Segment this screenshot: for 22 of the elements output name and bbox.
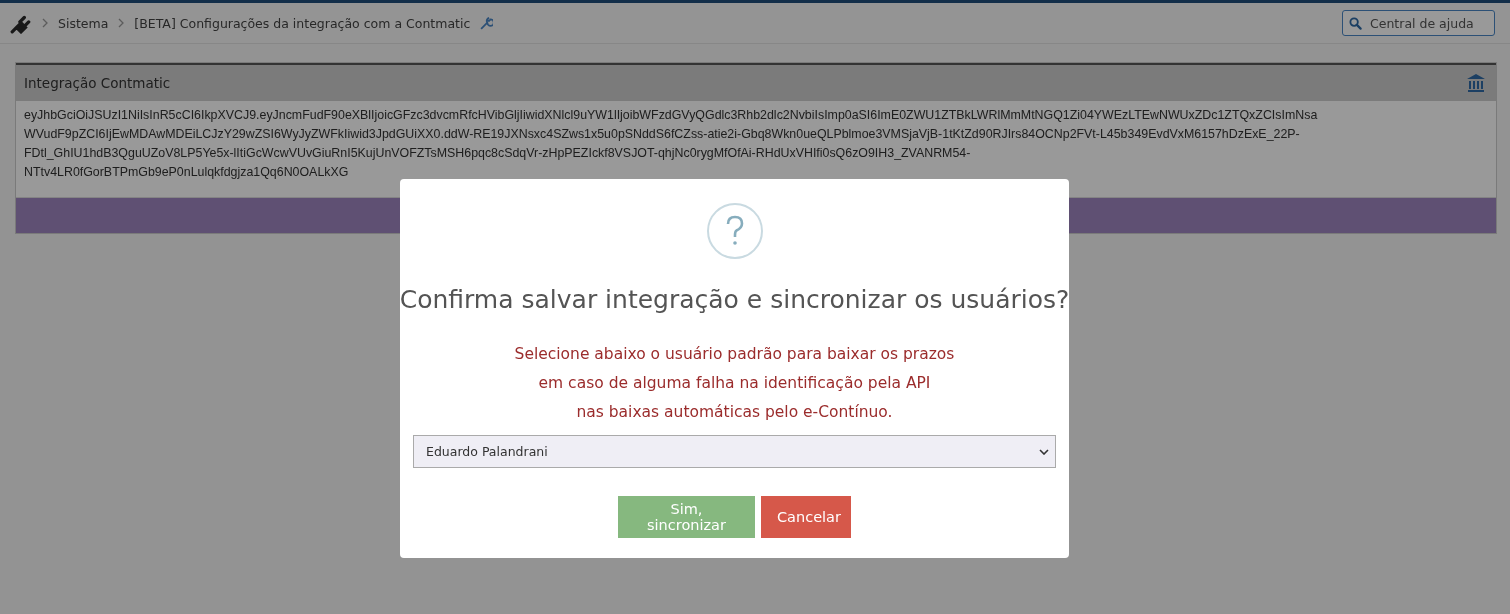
- dialog-message: nas baixas automáticas pelo e-Contínuo.: [575, 402, 894, 423]
- search-icon: [1349, 16, 1362, 30]
- breadcrumb-link[interactable]: [BETA] Configurações da integração com a Contmatic: [134, 15, 471, 31]
- dialog-title: Confirma salvar integração e sincronizar os usuários?: [399, 285, 1070, 314]
- help-search-field[interactable]: Central de ajuda: [1342, 10, 1495, 36]
- breadcrumb-link[interactable]: Sistema: [58, 15, 109, 31]
- user-select[interactable]: Eduardo Palandrani: [413, 435, 1056, 468]
- token-text: WVudF9pZCI6IjEwMDAwMDEiLCJzY29wZSI6WyJyZWFkIiwid3JpdGUiXX0.ddW-RE19JXNsxc4SZws1x5u0pSNddS6fCZss-atie2i-Gbq8Wkn0ueQLPblmoe3VMSjaVjB-1tKtZd90RJIrs84OCNp2FVt-L45b349EvdVxM6157hDzExE_22P-: [24, 126, 1300, 143]
- dialog-message: em caso de alguma falha na identificação pela API: [537, 373, 932, 394]
- token-text: eyJhbGciOiJSUzI1NiIsInR5cCI6IkpXVCJ9.eyJncmFudF90eXBlIjoicGFzc3dvcmRfcHVibGljIiwidXNlcl9uYW1lIjoibWFzdGVyQGdlc3Rhb2dlc2NvbiIsImp0aSI6ImE0ZWU1ZTBkLWRlMmMtNGQ1Zi04YWEzLTEwNWUxZDc1ZTQxZCIsImNsa: [24, 107, 1318, 124]
- token-text: NTtv4LR0fGorBTPmGb9eP0nLulqkfdgjza1Qq6N0OALkXG: [24, 164, 349, 181]
- chevron-icon: [118, 18, 125, 28]
- question-icon: [706, 203, 763, 259]
- cancel-button[interactable]: Cancelar: [761, 496, 851, 538]
- bank-icon: [1466, 73, 1486, 93]
- token-textarea[interactable]: [16, 101, 1496, 198]
- panel-title: Integração Contmatic: [24, 75, 171, 91]
- dialog-message: Selecione abaixo o usuário padrão para baixar os prazos: [514, 344, 955, 365]
- chevron-icon: [42, 18, 48, 28]
- wrench-icon: [480, 16, 494, 30]
- caret-icon: [1039, 448, 1049, 455]
- token-text: FDtl_GhIU1hdB3QguUZoV8LP5Ye5x-lItiGcWcwVUvGiuRnI5KujUnVOFZTsMSH6pqc8cSdqVr-zHpPEZIckf8VSJOT-qhjNc0rygMfOfAi-RHdUxVHIfi0sQ6zO9IH3_ZVANRM54-: [24, 145, 971, 162]
